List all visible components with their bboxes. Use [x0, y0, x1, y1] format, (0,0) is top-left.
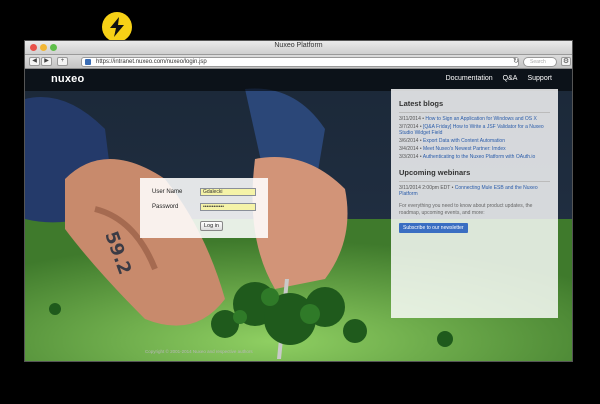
page-content: 59.2 nuxeo Documentation Q&A Support Use…	[25, 69, 572, 361]
webinars-heading: Upcoming webinars	[399, 168, 471, 177]
side-panel: Latest blogs 3/11/2014 • How to Sign an …	[391, 89, 558, 318]
blog-list: 3/11/2014 • How to Sign an Application f…	[399, 116, 550, 160]
nav-qa-link[interactable]: Q&A	[503, 75, 518, 82]
list-item: 3/11/2014 2:00pm EDT • Connecting Mule E…	[399, 185, 550, 197]
footer-copyright: Copyright © 2001-2014 Nuxeo and respecti…	[145, 349, 253, 354]
list-item: 3/3/2014 • Authenticating to the Nuxeo P…	[399, 154, 550, 160]
nuxeo-logo[interactable]: nuxeo	[51, 73, 84, 85]
blog-link[interactable]: Meet Nuxeo's Newest Partner: Imdex	[423, 146, 506, 152]
login-button[interactable]: Log in	[200, 221, 223, 231]
header-nav: Documentation Q&A Support	[446, 75, 552, 82]
plus-icon[interactable]: +	[57, 57, 68, 66]
lightning-bolt-icon	[102, 12, 132, 42]
password-input[interactable]: ••••••••••••	[200, 203, 256, 211]
webinar-list: 3/11/2014 2:00pm EDT • Connecting Mule E…	[399, 185, 550, 197]
nav-documentation-link[interactable]: Documentation	[446, 75, 493, 82]
login-form: User Name Gdalecki Password ••••••••••••…	[140, 178, 268, 238]
blog-link[interactable]: Authenticating to the Nuxeo Platform wit…	[423, 154, 536, 160]
blogs-heading: Latest blogs	[399, 99, 444, 108]
blog-link[interactable]: How to Sign an Application for Windows a…	[425, 116, 536, 122]
title-bar: Nuxeo Platform	[25, 41, 572, 55]
blog-date: 3/6/2014 •	[399, 138, 422, 144]
reload-icon[interactable]: ↻	[513, 57, 519, 65]
subscribe-button[interactable]: Subscribe to our newsletter	[399, 223, 468, 233]
list-item: 3/11/2014 • How to Sign an Application f…	[399, 116, 550, 122]
site-header: nuxeo Documentation Q&A Support	[25, 69, 572, 91]
blog-date: 3/11/2014 •	[399, 116, 425, 122]
browser-window: Nuxeo Platform ◀ ▶ + https://intranet.nu…	[24, 40, 573, 362]
blog-link[interactable]: Export Data with Content Automation	[423, 138, 505, 144]
forward-arrow-icon[interactable]: ▶	[41, 57, 52, 66]
password-label: Password	[152, 204, 179, 210]
list-item: 3/4/2014 • Meet Nuxeo's Newest Partner: …	[399, 146, 550, 152]
username-label: User Name	[152, 189, 183, 195]
nav-support-link[interactable]: Support	[527, 75, 552, 82]
url-text: https://intranet.nuxeo.com/nuxeo/login.j…	[96, 59, 207, 65]
top-strip	[0, 0, 600, 42]
divider	[399, 181, 550, 182]
divider	[399, 112, 550, 113]
back-arrow-icon[interactable]: ◀	[29, 57, 40, 66]
favicon-icon	[85, 59, 91, 65]
blog-date: 3/4/2014 •	[399, 146, 422, 152]
list-item: 3/7/2014 • [Q&A Friday] How to Write a J…	[399, 124, 550, 136]
list-item: 3/6/2014 • Export Data with Content Auto…	[399, 138, 550, 144]
window-title: Nuxeo Platform	[274, 42, 323, 49]
newsletter-note: For everything you need to know about pr…	[399, 203, 533, 216]
browser-search-field[interactable]: Search	[523, 57, 557, 67]
url-bar[interactable]: https://intranet.nuxeo.com/nuxeo/login.j…	[81, 57, 519, 67]
blog-date: 3/3/2014 •	[399, 154, 422, 160]
gear-icon[interactable]: ⚙	[561, 57, 571, 66]
username-input[interactable]: Gdalecki	[200, 188, 256, 196]
browser-toolbar: ◀ ▶ + https://intranet.nuxeo.com/nuxeo/l…	[25, 55, 572, 69]
